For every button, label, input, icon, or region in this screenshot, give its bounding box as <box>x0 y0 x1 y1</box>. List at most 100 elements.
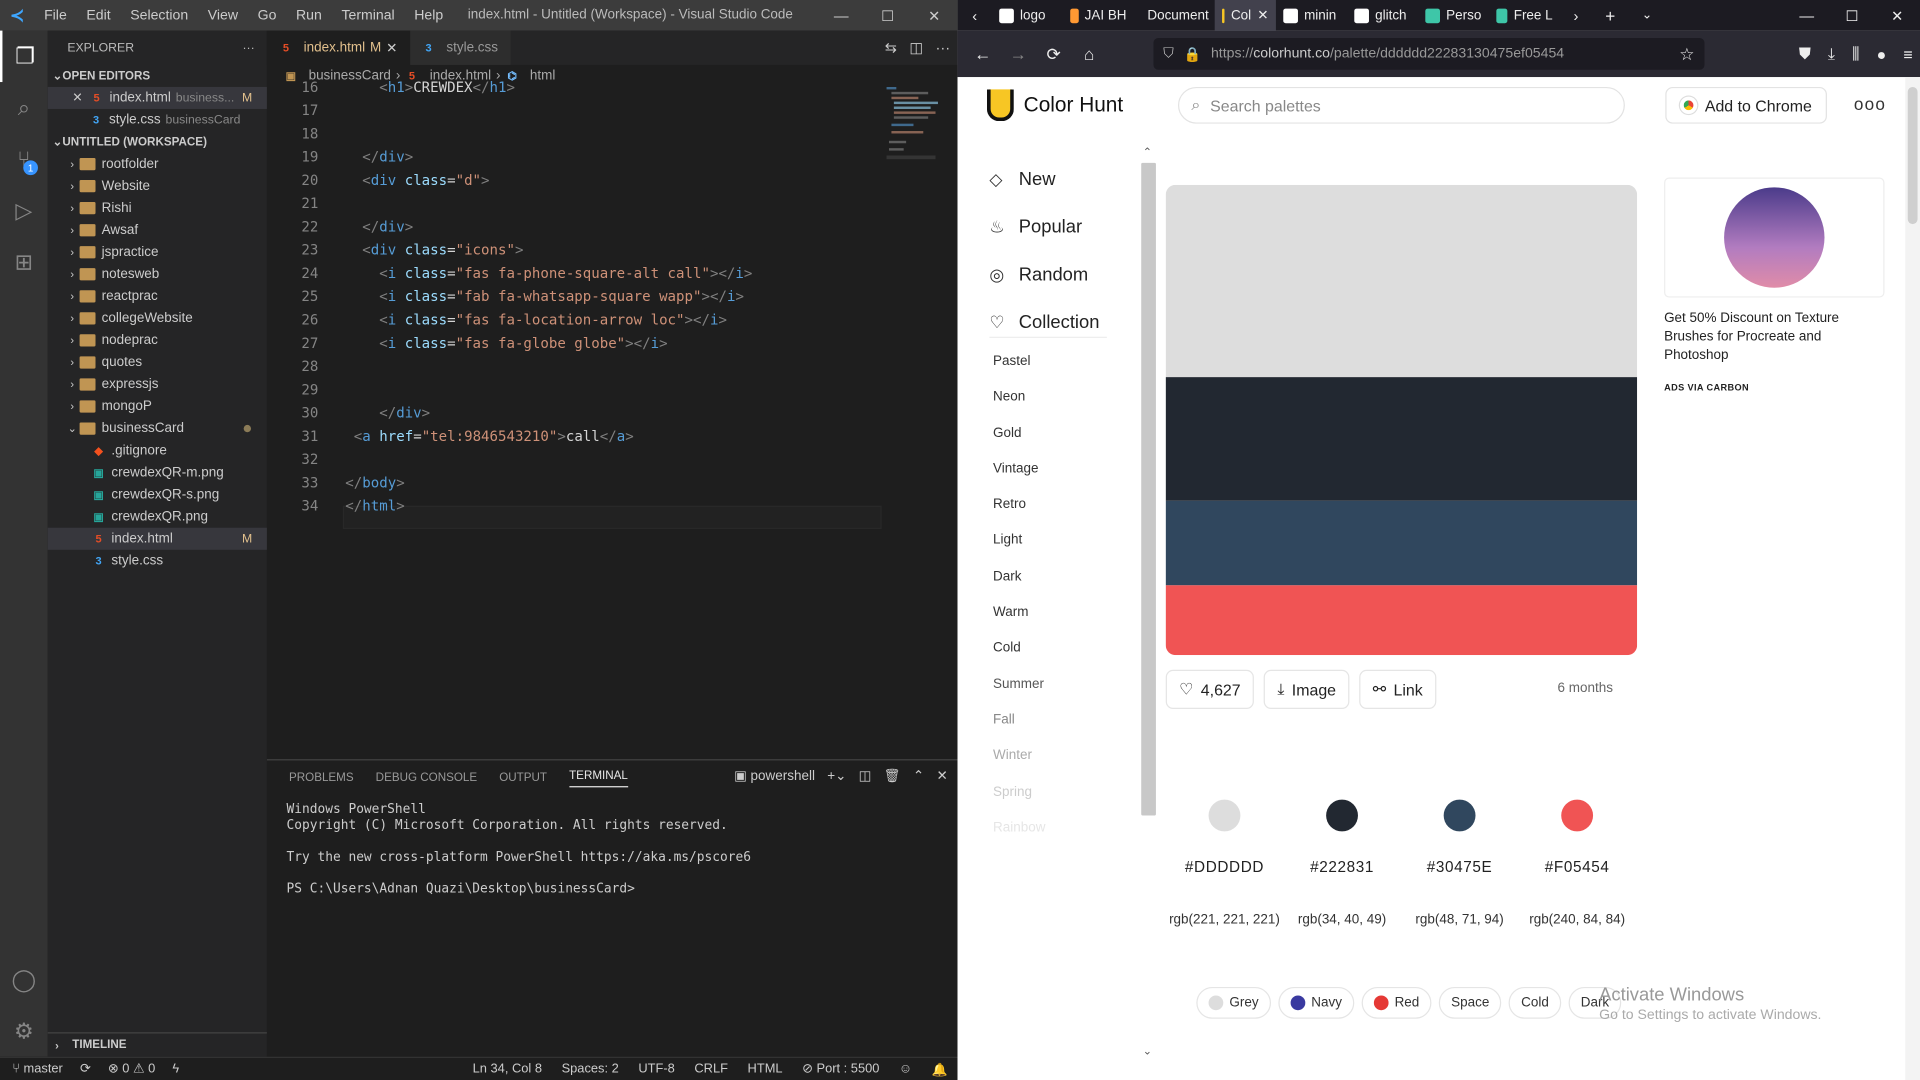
library-icon[interactable]: ⫼ <box>1852 44 1859 64</box>
folder-item[interactable]: › notesweb <box>48 263 267 285</box>
tag-summer[interactable]: Summer <box>993 677 1045 713</box>
page-scrollbar[interactable] <box>1905 77 1920 1080</box>
tab-scroll-right-icon[interactable]: › <box>1560 7 1592 24</box>
folder-item[interactable]: › Website <box>48 175 267 197</box>
tag-spring[interactable]: Spring <box>993 784 1045 820</box>
ad-via-carbon[interactable]: ADS VIA CARBON <box>1664 382 1884 393</box>
line-ending[interactable]: CRLF <box>694 1061 728 1077</box>
menu-item-help[interactable]: Help <box>404 8 453 23</box>
more-actions-icon[interactable]: ··· <box>242 41 254 54</box>
rgb-code[interactable]: rgb(240, 84, 84) <box>1518 912 1636 927</box>
tag-pastel[interactable]: Pastel <box>993 354 1045 390</box>
panel-tab-terminal[interactable]: TERMINAL <box>569 768 628 787</box>
trash-icon[interactable]: 🗑 <box>884 768 901 784</box>
downloads-icon[interactable]: ⤓ <box>1828 44 1835 64</box>
browser-tab[interactable]: glitch <box>1347 0 1418 31</box>
folder-item[interactable]: › nodeprac <box>48 329 267 351</box>
browser-minimize-button[interactable]: — <box>1784 0 1829 31</box>
browser-tab[interactable]: JAI BH <box>1063 0 1134 31</box>
palette-swatch[interactable] <box>1165 377 1638 501</box>
color-circle[interactable] <box>1208 799 1241 832</box>
folder-item-open[interactable]: ⌄ businessCard <box>48 418 267 440</box>
folder-item[interactable]: › mongoP <box>48 396 267 418</box>
split-editor-icon[interactable]: ◫ <box>909 39 923 56</box>
browser-tab[interactable]: Free L <box>1489 0 1560 31</box>
source-control-icon[interactable]: ⑂ 1 <box>0 133 48 184</box>
tag-light[interactable]: Light <box>993 533 1045 569</box>
code-view[interactable]: 16 <h1>CREWDEX</h1> 17 18 19 </div> 20 <div … <box>267 78 943 759</box>
file-item[interactable]: ▣ crewdexQR-m.png <box>48 462 267 484</box>
tag-rainbow[interactable]: Rainbow <box>993 820 1045 856</box>
ad-text[interactable]: Get 50% Discount on Texture Brushes for … <box>1664 310 1884 365</box>
hex-code[interactable]: #30475E <box>1401 858 1519 875</box>
tag-neon[interactable]: Neon <box>993 390 1045 426</box>
tag-warm[interactable]: Warm <box>993 605 1045 641</box>
minimize-button[interactable]: — <box>818 0 865 31</box>
close-editor-icon[interactable]: ✕ <box>72 91 82 104</box>
home-icon[interactable]: ⌂ <box>1071 44 1107 64</box>
nav-collection[interactable]: ♡ Collection <box>989 299 1099 347</box>
minimap[interactable] <box>886 86 946 160</box>
folder-item[interactable]: › reactprac <box>48 285 267 307</box>
account-icon[interactable]: ● <box>1877 45 1887 63</box>
colorhunt-logo[interactable]: Color Hunt <box>986 89 1123 122</box>
scroll-down-icon[interactable]: ⌄ <box>1139 1044 1156 1057</box>
browser-tab[interactable]: Col ✕ <box>1214 0 1276 31</box>
ad-image[interactable] <box>1664 177 1885 298</box>
feedback-icon[interactable]: ☺ <box>899 1061 912 1077</box>
workspace-header[interactable]: ⌄ UNTITLED (WORKSPACE) <box>48 131 267 153</box>
file-item[interactable]: 3 style.css <box>48 550 267 572</box>
browser-tab[interactable]: Document <box>1134 0 1215 31</box>
tag-vintage[interactable]: Vintage <box>993 461 1045 497</box>
browser-tab[interactable]: logo <box>992 0 1063 31</box>
rgb-code[interactable]: rgb(48, 71, 94) <box>1401 912 1519 927</box>
lightning-icon[interactable]: ϟ <box>172 1062 179 1077</box>
folder-item[interactable]: › Rishi <box>48 197 267 219</box>
nav-random[interactable]: ◎ Random <box>989 251 1099 299</box>
browser-tab[interactable]: Perso <box>1418 0 1489 31</box>
language-mode[interactable]: HTML <box>748 1061 783 1077</box>
hex-code[interactable]: #DDDDDD <box>1166 858 1284 875</box>
tag-retro[interactable]: Retro <box>993 497 1045 533</box>
reload-icon[interactable]: ⟳ <box>1036 43 1072 64</box>
open-editors-header[interactable]: ⌄ OPEN EDITORS <box>48 65 267 87</box>
tag-chip-cold[interactable]: Cold <box>1508 986 1562 1019</box>
page-scroll-thumb[interactable] <box>1907 86 1918 225</box>
panel-tab-output[interactable]: OUTPUT <box>499 771 547 784</box>
menu-item-terminal[interactable]: Terminal <box>332 8 405 23</box>
forward-icon[interactable]: → <box>1000 44 1036 64</box>
color-column[interactable]: #30475E rgb(48, 71, 94) <box>1401 799 1519 927</box>
close-panel-icon[interactable]: ✕ <box>936 768 947 784</box>
folder-item[interactable]: › rootfolder <box>48 153 267 175</box>
menu-item-selection[interactable]: Selection <box>120 8 198 23</box>
tag-gold[interactable]: Gold <box>993 426 1045 462</box>
carbon-ad[interactable]: Get 50% Discount on Texture Brushes for … <box>1664 177 1885 393</box>
menu-item-go[interactable]: Go <box>248 8 286 23</box>
palette-swatch[interactable] <box>1165 500 1638 586</box>
bookmark-star-icon[interactable]: ☆ <box>1679 43 1694 64</box>
notifications-bell-icon[interactable]: 🔔 <box>932 1061 948 1077</box>
extensions-icon[interactable]: ⊞ <box>0 236 48 287</box>
file-item[interactable]: ▣ crewdexQR.png <box>48 506 267 528</box>
color-palette[interactable] <box>1165 184 1638 656</box>
nav-new[interactable]: ◇ New <box>989 156 1099 204</box>
problems-status[interactable]: ⊗ 0 ⚠ 0 <box>108 1062 155 1077</box>
browser-maximize-button[interactable]: ☐ <box>1829 0 1874 31</box>
color-column[interactable]: #DDDDDD rgb(221, 221, 221) <box>1166 799 1284 927</box>
sync-icon[interactable]: ⟳ <box>80 1062 91 1077</box>
hex-code[interactable]: #222831 <box>1283 858 1401 875</box>
lock-icon[interactable]: 🔒 <box>1184 45 1202 63</box>
rgb-code[interactable]: rgb(34, 40, 49) <box>1283 912 1401 927</box>
editor-more-icon[interactable]: ··· <box>936 39 951 56</box>
live-server-port[interactable]: ⊘ Port : 5500 <box>802 1061 879 1077</box>
indentation[interactable]: Spaces: 2 <box>562 1061 619 1077</box>
tag-chip-navy[interactable]: Navy <box>1278 986 1355 1019</box>
like-button[interactable]: ♡ 4,627 <box>1165 669 1255 709</box>
menu-item-edit[interactable]: Edit <box>77 8 121 23</box>
folder-item[interactable]: › expressjs <box>48 373 267 395</box>
compare-icon[interactable]: ⇆ <box>885 39 897 56</box>
timeline-header[interactable]: › TIMELINE <box>47 1032 267 1056</box>
color-circle[interactable] <box>1326 799 1358 832</box>
new-tab-icon[interactable]: + <box>1592 6 1629 26</box>
terminal-shell-label[interactable]: ▣ powershell <box>734 768 815 784</box>
